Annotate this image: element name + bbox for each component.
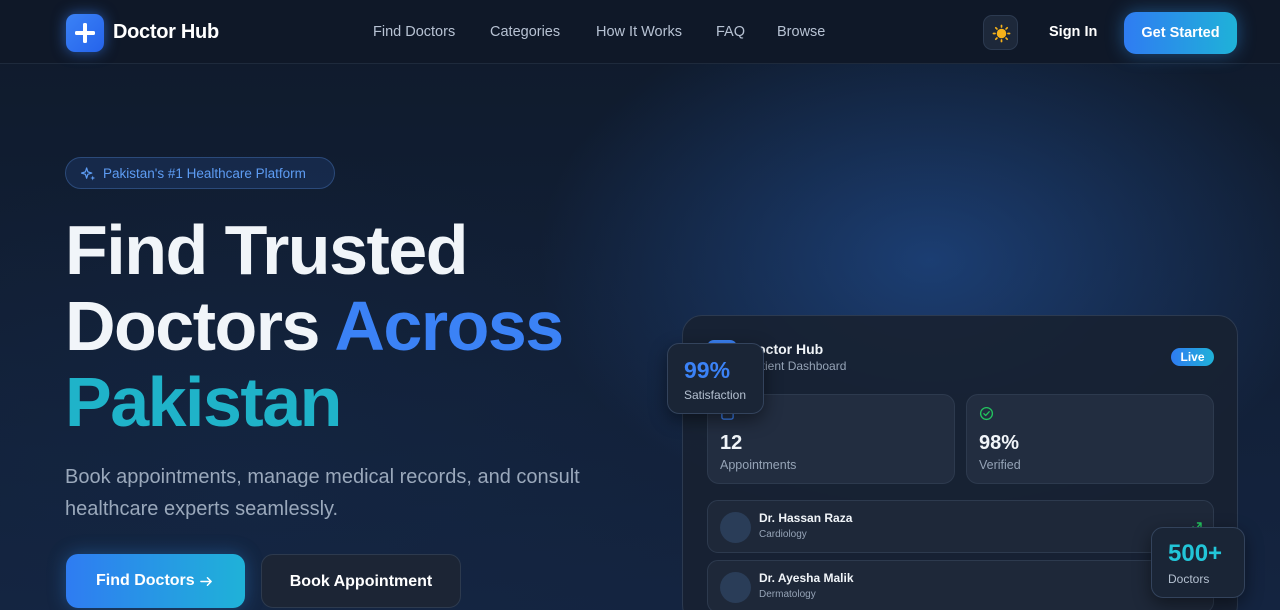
find-doctors-button[interactable]: Find Doctors (66, 554, 245, 608)
nav-link-browse[interactable]: Browse (777, 24, 825, 40)
sun-icon (992, 24, 1011, 43)
satisfaction-floating-card: 99% Satisfaction (667, 343, 764, 414)
logo-mark[interactable] (66, 14, 104, 52)
doctor-row[interactable]: Dr. Ayesha Malik Dermatology (707, 560, 1214, 610)
hero-badge: Pakistan's #1 Healthcare Platform (65, 157, 335, 189)
avatar (720, 572, 751, 603)
check-circle-icon (979, 406, 994, 421)
nav-link-find-doctors[interactable]: Find Doctors (373, 24, 455, 40)
doctor-specialty: Dermatology (759, 589, 816, 600)
stat-label: Verified (979, 458, 1021, 472)
nav-link-categories[interactable]: Categories (490, 24, 560, 40)
doctors-count-floating-card: 500+ Doctors (1151, 527, 1245, 598)
hero-title-doctors: Doctors (65, 287, 335, 365)
hero-title-line-3: Pakistan (65, 363, 342, 441)
nav-link-how-it-works[interactable]: How It Works (596, 24, 682, 40)
satisfaction-label: Satisfaction (684, 388, 747, 402)
live-badge: Live (1171, 348, 1214, 366)
hero-title-across: Across (334, 287, 564, 365)
stat-value: 12 (720, 432, 743, 454)
satisfaction-value: 99% (684, 357, 731, 383)
stat-value: 98% (979, 432, 1020, 454)
book-appointment-button[interactable]: Book Appointment (261, 554, 461, 608)
plus-icon (75, 23, 95, 43)
stat-label: Appointments (720, 458, 797, 472)
sparkles-icon (81, 167, 96, 181)
arrow-right-icon (200, 577, 212, 586)
doctor-name: Dr. Hassan Raza (759, 511, 853, 525)
doctors-count-value: 500+ (1168, 540, 1223, 567)
doctor-name: Dr. Ayesha Malik (759, 571, 854, 585)
doctor-specialty: Cardiology (759, 529, 807, 540)
hero-badge-text: Pakistan's #1 Healthcare Platform (103, 166, 306, 181)
brand-name[interactable]: Doctor Hub (113, 21, 219, 44)
hero-description: Book appointments, manage medical record… (65, 466, 580, 520)
find-doctors-button-label: Find Doctors (96, 572, 195, 589)
nav-link-faq[interactable]: FAQ (716, 24, 745, 40)
stat-card-verified: 98% Verified (966, 394, 1214, 484)
theme-toggle-button[interactable] (983, 15, 1018, 50)
avatar (720, 512, 751, 543)
top-navbar: Doctor Hub Find Doctors Categories How I… (0, 0, 1280, 64)
get-started-button[interactable]: Get Started (1124, 12, 1237, 54)
doctor-row[interactable]: Dr. Hassan Raza Cardiology (707, 500, 1214, 553)
doctors-count-label: Doctors (1168, 572, 1210, 586)
hero-title-pakistan: Pakistan (65, 363, 342, 441)
sign-in-link[interactable]: Sign In (1049, 24, 1097, 40)
hero-title-line-1: Find Trusted (65, 211, 469, 289)
hero-title-line-2: Doctors Across (65, 287, 564, 365)
